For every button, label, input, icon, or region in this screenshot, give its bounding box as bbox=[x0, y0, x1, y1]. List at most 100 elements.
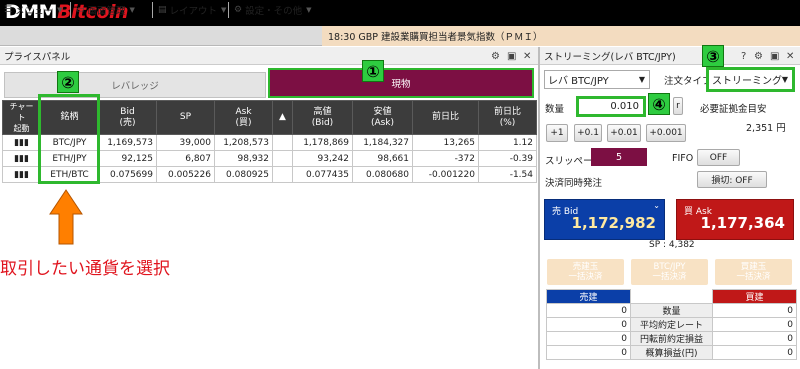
order-type-select[interactable]: ストリーミング ▼ bbox=[706, 67, 795, 92]
row-label: 概算損益(円) bbox=[630, 345, 713, 360]
sort-icon[interactable]: ▲ bbox=[272, 100, 293, 135]
chart-icon[interactable]: ▮▮▮ bbox=[2, 134, 41, 151]
price-panel-header: プライスパネル bbox=[0, 47, 538, 65]
restore-icon[interactable]: ▣ bbox=[507, 47, 516, 65]
change-pct-cell: -0.39 bbox=[478, 150, 537, 167]
sp-cell: 6,807 bbox=[156, 150, 215, 167]
empty-cell bbox=[631, 290, 713, 304]
spread-value: SP : 4,382 bbox=[649, 240, 695, 250]
menu-divider bbox=[152, 2, 153, 18]
gear-icon[interactable]: ⚙ bbox=[491, 47, 500, 65]
increment-0.01-button[interactable]: +0.01 bbox=[607, 124, 641, 142]
empty-cell bbox=[272, 134, 293, 151]
qty-clear-button[interactable]: r bbox=[673, 97, 683, 115]
close-all-pair-button[interactable]: BTC/JPY 一括決済 bbox=[631, 259, 708, 285]
sell-pl-cell: 0 bbox=[546, 331, 631, 346]
empty-cell bbox=[272, 166, 293, 183]
menu-item-screen[interactable]: ▭ 画面管理 ▼ bbox=[76, 0, 135, 20]
sell-qty-cell: 0 bbox=[546, 303, 631, 318]
qty-input[interactable]: 0.010 bbox=[576, 96, 646, 117]
close-all-sell-button[interactable]: 売建玉 一括決済 bbox=[547, 259, 624, 285]
row-label: 数量 bbox=[630, 303, 713, 318]
change-cell: -372 bbox=[412, 150, 479, 167]
table-row: 0 平均約定レート 0 bbox=[546, 317, 797, 332]
sell-position-header: 売建 bbox=[546, 289, 631, 304]
fifo-toggle[interactable]: OFF bbox=[697, 149, 740, 166]
high-cell: 0.077435 bbox=[292, 166, 353, 183]
expand-icon[interactable]: ⌄ bbox=[653, 201, 660, 210]
col-header-high: 高値 (Bid) bbox=[292, 100, 353, 135]
buy-position-header: 買建 bbox=[712, 289, 797, 304]
menu-divider bbox=[70, 2, 71, 18]
menu-item-settings[interactable]: ⚙ 設定・その他 ▼ bbox=[234, 0, 311, 20]
chevron-down-icon: ▼ bbox=[129, 6, 135, 14]
close-icon[interactable]: ✕ bbox=[523, 47, 531, 65]
arrow-up-icon bbox=[49, 189, 83, 245]
low-cell: 98,661 bbox=[352, 150, 413, 167]
table-row: 0 概算損益(円) 0 bbox=[546, 345, 797, 360]
change-cell: 13,265 bbox=[412, 134, 479, 151]
restore-icon[interactable]: ▣ bbox=[770, 47, 779, 65]
sell-bid-button[interactable]: 売 Bid ⌄ 1,172,982 bbox=[544, 199, 665, 240]
gear-icon[interactable]: ⚙ bbox=[754, 47, 763, 65]
buy-rate-cell: 0 bbox=[712, 317, 797, 332]
menu-divider bbox=[228, 2, 229, 18]
chevron-down-icon: ▼ bbox=[57, 6, 63, 14]
buy-ask-button[interactable]: 買 Ask 1,177,364 bbox=[676, 199, 794, 240]
col-header-sp: SP bbox=[156, 100, 215, 135]
table-row: 0 数量 0 bbox=[546, 303, 797, 318]
buy-est-cell: 0 bbox=[712, 345, 797, 360]
close-all-buy-button[interactable]: 買建玉 一括決済 bbox=[715, 259, 792, 285]
sell-bid-price: 1,172,982 bbox=[571, 214, 656, 232]
high-cell: 1,178,869 bbox=[292, 134, 353, 151]
col-header-bid: Bid (売) bbox=[98, 100, 157, 135]
margin-value: 2,351 円 bbox=[746, 123, 786, 134]
change-pct-cell: -1.54 bbox=[478, 166, 537, 183]
buy-ask-price: 1,177,364 bbox=[700, 214, 785, 232]
low-cell: 0.080680 bbox=[352, 166, 413, 183]
news-ticker[interactable]: 18:30 GBP 建設業購買担当者景気指数（ＰＭＩ） bbox=[322, 26, 800, 46]
help-icon[interactable]: ? bbox=[741, 47, 746, 65]
empty-cell bbox=[272, 150, 293, 167]
callout-text: 取引したい通貨を選択 bbox=[0, 259, 170, 279]
sp-cell: 39,000 bbox=[156, 134, 215, 151]
high-cell: 93,242 bbox=[292, 150, 353, 167]
callout-number-1: ① bbox=[362, 60, 384, 82]
close-icon[interactable]: ✕ bbox=[786, 47, 794, 65]
col-header-change-pct: 前日比 (%) bbox=[478, 100, 537, 135]
col-header-change: 前日比 bbox=[412, 100, 479, 135]
slippage-input[interactable]: 5 bbox=[591, 148, 647, 166]
table-row: 0 円転前約定損益 0 bbox=[546, 331, 797, 346]
chart-icon[interactable]: ▮▮▮ bbox=[2, 166, 41, 183]
callout-number-2: ② bbox=[57, 71, 79, 93]
buy-pl-cell: 0 bbox=[712, 331, 797, 346]
margin-label: 必要証拠金目安 bbox=[700, 104, 767, 115]
fifo-label: FIFO bbox=[672, 153, 694, 164]
low-cell: 1,184,327 bbox=[352, 134, 413, 151]
ask-cell: 1,208,573 bbox=[214, 134, 273, 151]
row-label: 円転前約定損益 bbox=[630, 331, 713, 346]
buy-qty-cell: 0 bbox=[712, 303, 797, 318]
tab-spot[interactable]: 現物 bbox=[268, 68, 534, 98]
col-header-ask: Ask (買) bbox=[214, 100, 273, 135]
bid-cell: 1,169,573 bbox=[98, 134, 157, 151]
layout-icon: ▤ bbox=[158, 5, 167, 15]
menu-item-menu[interactable]: ☰ メニュー ▼ bbox=[4, 0, 62, 20]
gear-icon: ⚙ bbox=[234, 5, 243, 15]
stop-loss-toggle[interactable]: 損切: OFF bbox=[697, 171, 767, 188]
chevron-down-icon: ▼ bbox=[781, 75, 788, 84]
bid-cell: 92,125 bbox=[98, 150, 157, 167]
panel-divider bbox=[538, 47, 540, 369]
chevron-down-icon: ▼ bbox=[221, 6, 227, 14]
increment-0.1-button[interactable]: +0.1 bbox=[574, 124, 602, 142]
menu-item-layout[interactable]: ▤ レイアウト ▼ bbox=[158, 0, 226, 20]
sell-est-cell: 0 bbox=[546, 345, 631, 360]
change-cell: -0.001220 bbox=[412, 166, 479, 183]
increment-1-button[interactable]: +1 bbox=[546, 124, 568, 142]
settle-label: 決済同時発注 bbox=[545, 178, 603, 189]
chart-icon[interactable]: ▮▮▮ bbox=[2, 150, 41, 167]
chevron-down-icon: ▼ bbox=[638, 75, 645, 84]
increment-0.001-button[interactable]: +0.001 bbox=[646, 124, 686, 142]
pair-select[interactable]: レバ BTC/JPY ▼ bbox=[544, 70, 650, 89]
ask-cell: 98,932 bbox=[214, 150, 273, 167]
